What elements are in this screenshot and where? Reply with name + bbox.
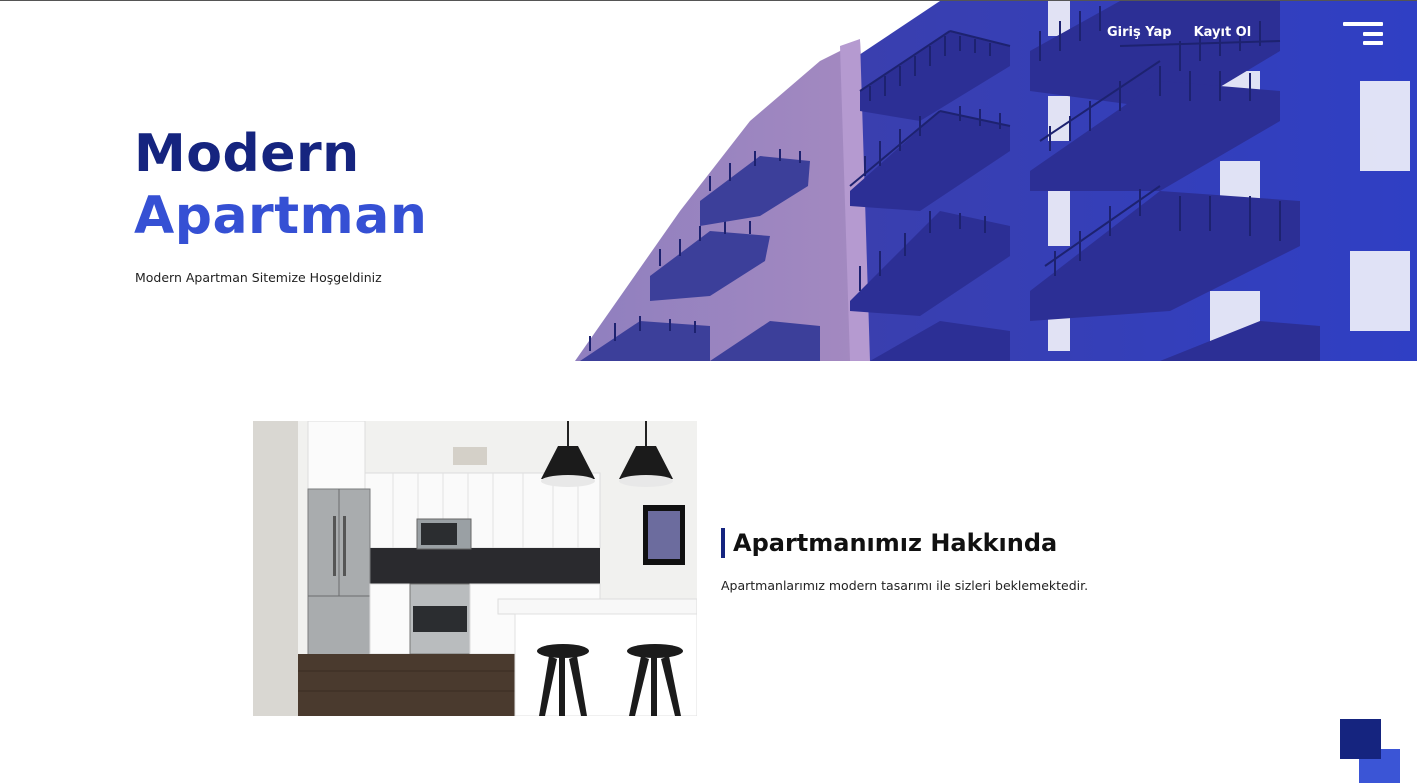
front-square (1340, 719, 1381, 759)
hero-title-line1: Modern (134, 124, 360, 184)
about-title: Apartmanımız Hakkında (721, 528, 1057, 558)
building-photo (560, 1, 1417, 361)
login-link[interactable]: Giriş Yap (1107, 25, 1172, 40)
kitchen-photo (253, 421, 697, 716)
back-to-top-button[interactable] (1340, 719, 1400, 783)
hero-title: Modern Apartman (134, 123, 427, 247)
top-nav: Giriş Yap Kayıt Ol (1107, 25, 1251, 40)
hero-title-line2: Apartman (134, 186, 428, 246)
about-text: Apartmanlarımız modern tasarımı ile sizl… (721, 578, 1089, 593)
hero-section: Modern Apartman Modern Apartman Sitemize… (0, 1, 1417, 361)
hero-subtitle: Modern Apartman Sitemize Hoşgeldiniz (135, 270, 382, 285)
register-link[interactable]: Kayıt Ol (1194, 25, 1252, 40)
hamburger-menu-icon[interactable] (1343, 22, 1383, 46)
